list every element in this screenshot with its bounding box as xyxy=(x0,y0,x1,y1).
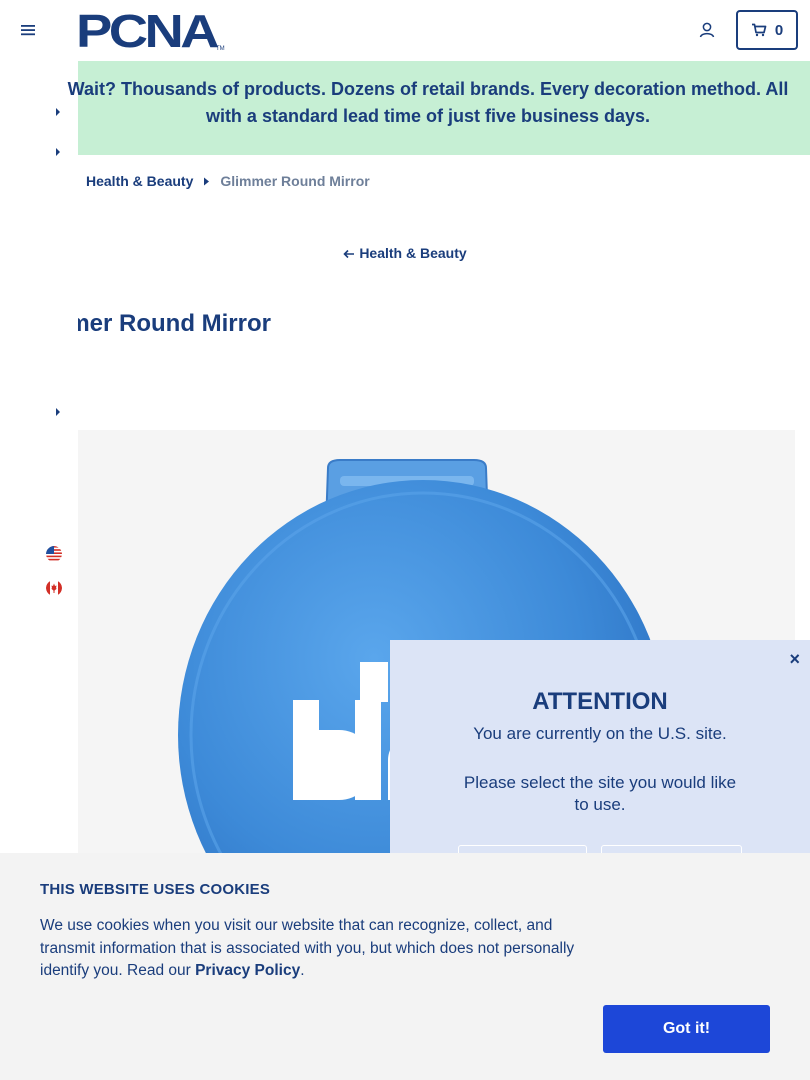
caret-right-icon xyxy=(204,177,210,185)
cookie-body-text: We use cookies when you visit our websit… xyxy=(40,917,575,979)
site-header: PCNA TM 0 xyxy=(0,0,810,61)
breadcrumb: Health & Beauty Glimmer Round Mirror xyxy=(86,173,370,189)
cookie-title: THIS WEBSITE USES COOKIES xyxy=(40,881,271,898)
caret-right-icon[interactable] xyxy=(54,407,62,417)
back-link-label: Health & Beauty xyxy=(359,245,467,261)
product-title: Glimmer Round Mirror xyxy=(78,310,271,337)
logo-text: PCNA xyxy=(76,10,218,52)
breadcrumb-category-link[interactable]: Health & Beauty xyxy=(86,173,193,189)
arrow-left-icon xyxy=(343,249,355,259)
menu-icon[interactable] xyxy=(20,22,36,38)
promo-text: Wait? Thousands of products. Dozens of r… xyxy=(67,79,789,126)
cookie-body-end: . xyxy=(300,962,305,979)
modal-title: ATTENTION xyxy=(532,688,668,715)
modal-select-site-text: Please select the site you would like to… xyxy=(463,773,737,814)
cart-count: 0 xyxy=(774,21,784,39)
cookie-banner: THIS WEBSITE USES COOKIES We use cookies… xyxy=(0,853,810,1080)
product-title-container: Glimmer Round Mirror xyxy=(78,310,478,346)
canada-flag-icon[interactable] xyxy=(46,580,62,596)
privacy-policy-link[interactable]: Privacy Policy xyxy=(195,962,300,979)
pcna-logo[interactable]: PCNA TM xyxy=(76,10,226,52)
us-flag-icon[interactable] xyxy=(46,546,62,562)
caret-right-icon[interactable] xyxy=(54,147,62,157)
breadcrumb-current: Glimmer Round Mirror xyxy=(220,173,370,189)
back-to-category-link[interactable]: Health & Beauty xyxy=(0,245,810,261)
accept-cookies-button[interactable]: Got it! xyxy=(603,1005,770,1053)
cookie-body: We use cookies when you visit our websit… xyxy=(40,915,610,983)
svg-text:TM: TM xyxy=(216,46,225,52)
modal-current-site-text: You are currently on the U.S. site. xyxy=(473,724,727,743)
cart-icon xyxy=(751,23,767,37)
promo-banner: Wait? Thousands of products. Dozens of r… xyxy=(68,61,810,155)
close-icon[interactable]: × xyxy=(789,649,800,670)
user-icon[interactable] xyxy=(698,21,716,39)
caret-right-icon[interactable] xyxy=(54,107,62,117)
cart-button[interactable]: 0 xyxy=(736,10,798,50)
